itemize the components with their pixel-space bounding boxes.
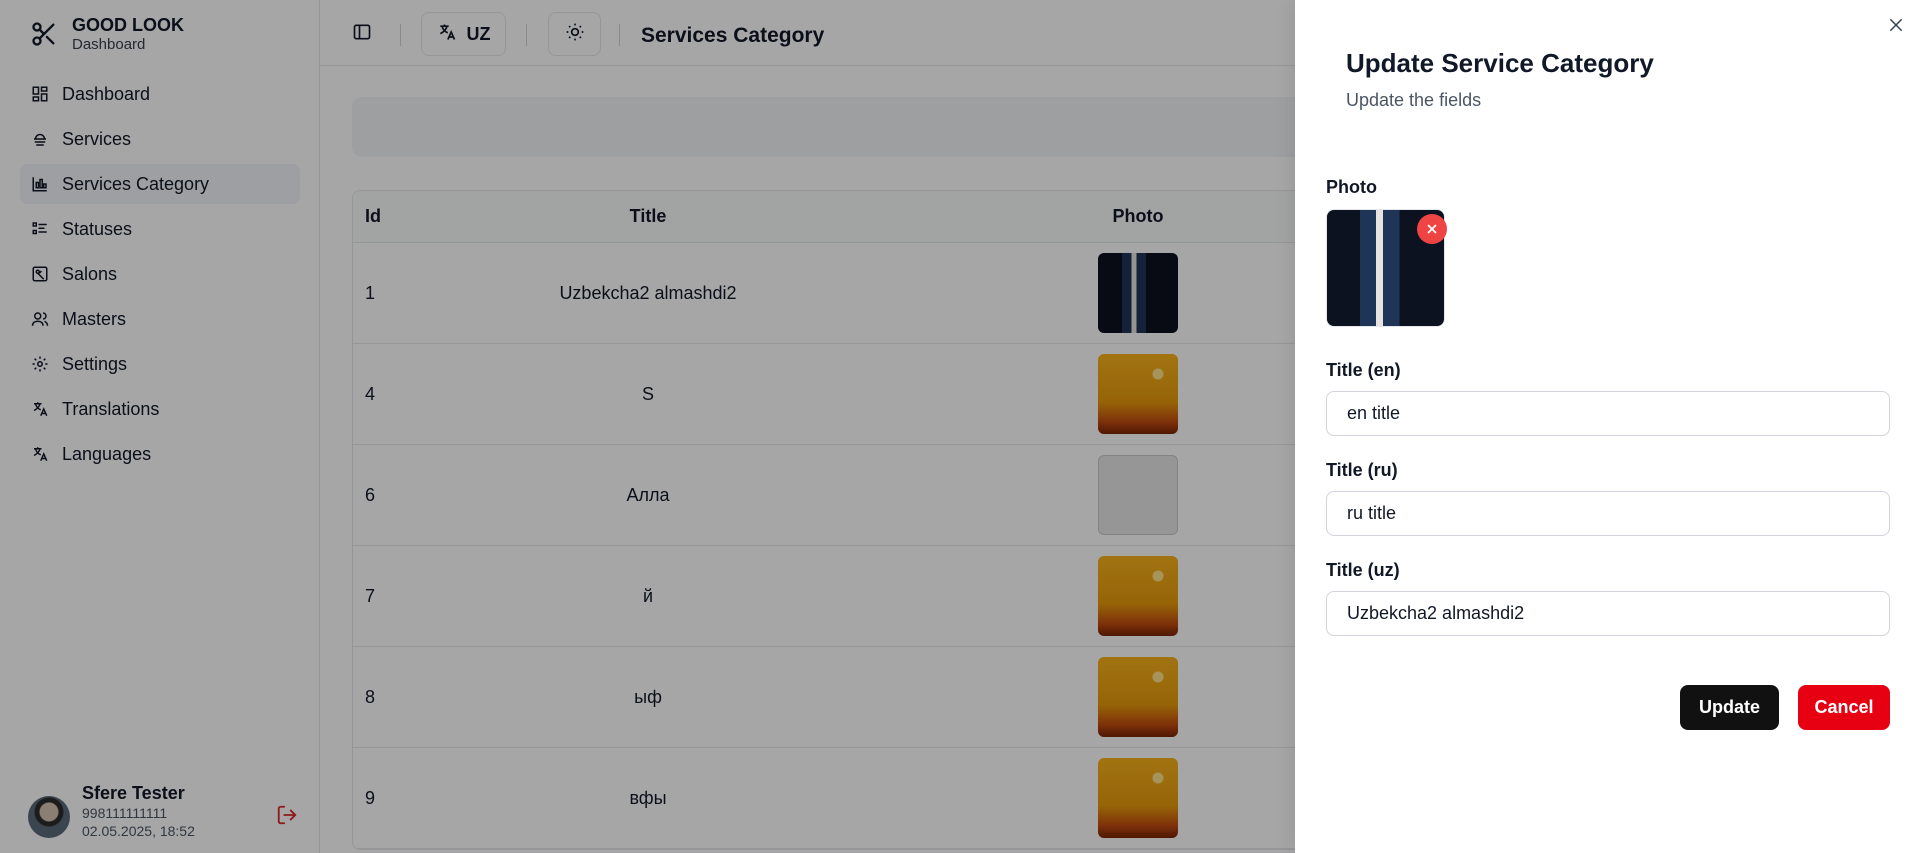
modal-overlay[interactable]	[0, 0, 1295, 853]
title-en-input[interactable]: en title	[1326, 391, 1890, 436]
update-button[interactable]: Update	[1680, 685, 1779, 730]
cancel-button[interactable]: Cancel	[1798, 685, 1890, 730]
title-uz-input[interactable]: Uzbekcha2 almashdi2	[1326, 591, 1890, 636]
update-drawer: Update Service Category Update the field…	[1295, 0, 1915, 853]
close-icon[interactable]	[1887, 16, 1905, 34]
title-ru-input[interactable]: ru title	[1326, 491, 1890, 536]
drawer-subtitle: Update the fields	[1346, 90, 1482, 110]
title-en-label: Title (en)	[1326, 360, 1401, 380]
remove-photo-button[interactable]	[1417, 214, 1447, 244]
photo-preview	[1326, 209, 1447, 327]
title-ru-label: Title (ru)	[1326, 460, 1398, 480]
photo-label: Photo	[1326, 177, 1377, 197]
close-icon	[1427, 224, 1437, 234]
title-uz-label: Title (uz)	[1326, 560, 1400, 580]
drawer-title: Update Service Category	[1346, 48, 1654, 78]
